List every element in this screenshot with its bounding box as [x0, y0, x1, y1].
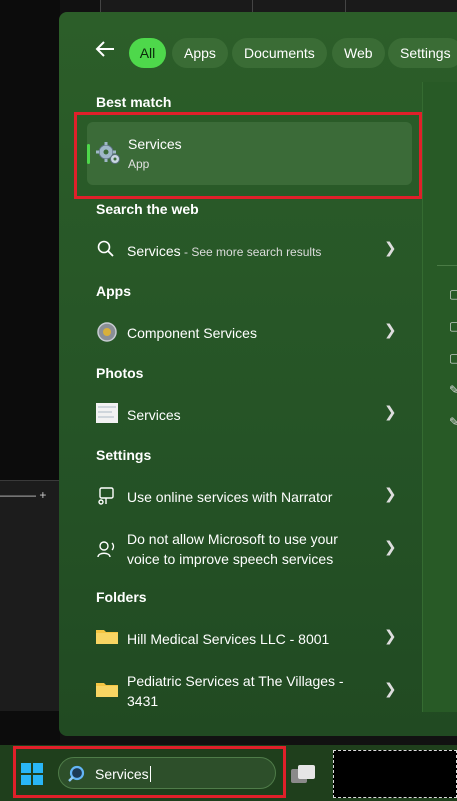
task-view-icon[interactable] [291, 763, 317, 790]
setting-result-line1: Do not allow Microsoft to use your [127, 531, 338, 547]
app-result-component-services[interactable]: Component Services ❯ [96, 321, 397, 343]
chevron-right-icon: ❯ [384, 486, 397, 503]
folder-result-pediatric[interactable]: Pediatric Services at The Villages - 343… [96, 669, 397, 713]
filter-tab-web[interactable]: Web [332, 38, 385, 68]
best-match-heading: Best match [96, 94, 172, 110]
web-suffix: - See more search results [180, 245, 322, 259]
search-icon [96, 239, 118, 261]
open-icon[interactable]: ▢ [449, 287, 457, 301]
highlight-box [13, 746, 286, 798]
web-query: Services [127, 243, 181, 259]
photos-heading: Photos [96, 365, 144, 381]
settings-heading: Settings [96, 447, 152, 463]
folder-result-hill-medical[interactable]: Hill Medical Services LLC - 8001 ❯ [96, 627, 397, 649]
apps-heading: Apps [96, 283, 131, 299]
filter-tab-apps[interactable]: Apps [172, 38, 228, 68]
speech-icon [96, 538, 118, 560]
run-as-admin-icon[interactable]: ▢ [449, 319, 457, 333]
chevron-right-icon: ❯ [384, 628, 397, 645]
setting-result-narrator[interactable]: Use online services with Narrator ❯ [96, 485, 397, 507]
photo-result-label: Services [127, 407, 181, 423]
search-results-panel: All Apps Documents Web Settings Best mat… [59, 12, 457, 736]
background-ruler: ——— + [0, 488, 47, 502]
preview-pane: ▢ ▢ ▢ ✎ ✎ [422, 82, 457, 712]
filter-tab-settings[interactable]: Settings [388, 38, 457, 68]
setting-result-speech[interactable]: Do not allow Microsoft to use your voice… [96, 527, 397, 571]
folder-result-line1: Pediatric Services at The Villages - [127, 673, 344, 689]
folder-icon [96, 680, 118, 702]
filter-tab-documents[interactable]: Documents [232, 38, 327, 68]
chevron-right-icon: ❯ [384, 322, 397, 339]
chevron-right-icon: ❯ [384, 539, 397, 556]
photo-thumbnail-icon [96, 403, 118, 425]
folder-result-line2: 3431 [127, 693, 159, 709]
back-arrow-icon[interactable] [95, 40, 115, 62]
background-panel [0, 480, 60, 711]
web-search-result[interactable]: Services - See more search results ❯ [96, 239, 397, 261]
setting-result-line2: voice to improve speech services [127, 551, 334, 567]
folder-result-label: Hill Medical Services LLC - 8001 [127, 631, 330, 647]
highlight-box [74, 112, 422, 199]
narrator-icon [96, 485, 118, 507]
pin-taskbar-icon[interactable]: ✎ [449, 415, 457, 429]
filter-bar: All Apps Documents Web Settings [59, 36, 457, 68]
photo-result-services[interactable]: Services ❯ [96, 403, 397, 425]
pin-start-icon[interactable]: ✎ [449, 383, 457, 397]
chevron-right-icon: ❯ [384, 404, 397, 421]
component-services-icon [96, 321, 118, 343]
folders-heading: Folders [96, 589, 147, 605]
chevron-right-icon: ❯ [384, 681, 397, 698]
setting-result-label: Use online services with Narrator [127, 489, 333, 505]
search-web-heading: Search the web [96, 201, 199, 217]
preview-divider [437, 265, 457, 266]
background-window: ——— + [0, 0, 60, 745]
file-location-icon[interactable]: ▢ [449, 351, 457, 365]
background-tabs [100, 0, 457, 12]
folder-icon [96, 627, 118, 649]
taskbar-app-window[interactable] [333, 750, 457, 798]
chevron-right-icon: ❯ [384, 240, 397, 257]
app-result-label: Component Services [127, 325, 257, 341]
filter-tab-all[interactable]: All [129, 38, 166, 68]
